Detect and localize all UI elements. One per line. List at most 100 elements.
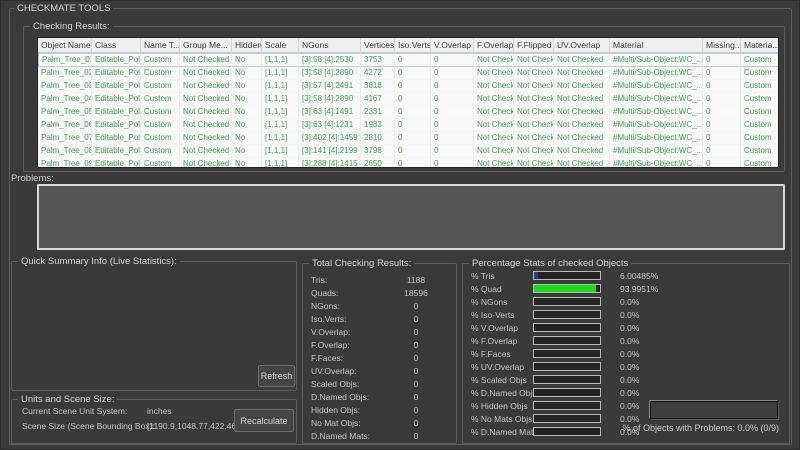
stat-label: No Mat Objs: (311, 418, 390, 428)
cell: 2810 (361, 132, 395, 145)
table-row[interactable]: Palm_Tree_02Editable_PolyCustomNot Check… (38, 67, 779, 80)
cell: No (232, 93, 262, 106)
stat-row: Iso.Verts:0 (303, 312, 456, 325)
cell: 0 (431, 93, 474, 106)
results-table[interactable]: Object NameClassName T...Group Me...Hidd… (37, 37, 779, 168)
table-row[interactable]: Palm_Tree_08Editable_PolyCustomNot Check… (38, 145, 779, 158)
scene-size-label: Scene Size (Scene Bounding Box): (22, 421, 147, 431)
column-header[interactable]: Hidden? (232, 38, 262, 53)
column-header[interactable]: NGons (299, 38, 361, 53)
cell: Custom (741, 67, 779, 80)
cell: Not Checked (474, 132, 514, 145)
column-header[interactable]: Object Name (38, 38, 92, 53)
stat-row: UV.Overlap:0 (303, 364, 456, 377)
percent-label: % Iso-Verts (471, 310, 533, 320)
column-header[interactable]: Material (610, 38, 703, 53)
cell: 0 (431, 158, 474, 168)
cell: Not Checked (554, 67, 610, 80)
cell: [3]:57 [4]:2491 (299, 80, 361, 93)
column-header[interactable]: Iso.Verts (395, 38, 431, 53)
percent-value: 0.0% (620, 362, 639, 372)
table-row[interactable]: Palm_Tree_01Editable_PolyCustomNot Check… (38, 53, 779, 67)
column-header[interactable]: Vertices (361, 38, 395, 53)
table-row[interactable]: Palm_Tree_06Editable_PolyCustomNot Check… (38, 119, 779, 132)
column-header[interactable]: F.Overlap (474, 38, 514, 53)
stat-value: 0 (390, 379, 442, 389)
stat-row: F.Overlap:0 (303, 338, 456, 351)
cell: 1983 (361, 119, 395, 132)
percent-value: 0.0% (620, 297, 639, 307)
cell: [1,1,1] (262, 67, 299, 80)
table-row[interactable]: Palm_Tree_07Editable_PolyCustomNot Check… (38, 132, 779, 145)
column-header[interactable]: Missing... (703, 38, 741, 53)
column-header[interactable]: Scale (262, 38, 299, 53)
percent-bar-fill (534, 285, 596, 292)
percent-bar (533, 401, 601, 410)
total-checking-results-group: Total Checking Results: Tris:1188Quads:1… (302, 263, 457, 444)
stat-value: 1188 (390, 275, 442, 285)
cell: [3]:288 [4]:1415 (299, 158, 361, 168)
cell: No (232, 106, 262, 119)
cell: 0 (703, 53, 741, 67)
percent-value: 6.00485% (620, 271, 658, 281)
stat-label: NGons: (311, 301, 390, 311)
cell: Custom (141, 67, 180, 80)
cell: 0 (703, 93, 741, 106)
cell: [3]:402 [4]:1459 (299, 132, 361, 145)
percent-label: % Hidden Objs (471, 401, 533, 411)
column-header[interactable]: UV.Overlap (554, 38, 610, 53)
cell: 3818 (361, 80, 395, 93)
stat-value: 0 (390, 366, 442, 376)
cell: #Multi/Sub-Object:WC_... (610, 119, 703, 132)
stat-value: 0 (390, 327, 442, 337)
column-header[interactable]: Name T... (141, 38, 180, 53)
column-header[interactable]: Group Me... (180, 38, 232, 53)
column-header[interactable]: Class (92, 38, 141, 53)
cell: 0 (395, 132, 431, 145)
stat-value: 0 (390, 301, 442, 311)
stat-label: D.Named Mats: (311, 431, 390, 441)
column-header[interactable]: Materia... (741, 38, 779, 53)
cell: 0 (395, 53, 431, 67)
quick-summary-group: Quick Summary Info (Live Statistics): Sc… (11, 261, 297, 391)
cell: 0 (395, 119, 431, 132)
percent-bar (533, 388, 601, 397)
table-row[interactable]: Palm_Tree_09Editable_PolyCustomNot Check… (38, 158, 779, 168)
percent-bar (533, 271, 601, 280)
cell: Custom (741, 119, 779, 132)
table-row[interactable]: Palm_Tree_03Editable_PolyCustomNot Check… (38, 80, 779, 93)
table-row[interactable]: Palm_Tree_05Editable_PolyCustomNot Check… (38, 106, 779, 119)
percent-row: % Iso-Verts0.0% (463, 308, 789, 321)
stat-row: D.Named Objs:0 (303, 390, 456, 403)
percent-label: % Quad (471, 284, 533, 294)
cell: Not Checked (554, 158, 610, 168)
cell: Not Checked (554, 93, 610, 106)
percent-row: % UV.Overlap0.0% (463, 360, 789, 373)
percent-bar (533, 336, 601, 345)
percent-label: % Tris (471, 271, 533, 281)
percent-label: % V.Overlap (471, 323, 533, 333)
percent-row: % V.Overlap0.0% (463, 321, 789, 334)
cell: Custom (141, 119, 180, 132)
percent-bar (533, 375, 601, 384)
cell: Palm_Tree_04 (38, 93, 92, 106)
window-title: CHECKMATE TOOLS (14, 3, 113, 14)
problems-list[interactable] (37, 184, 785, 250)
checking-results-label: Checking Results: (30, 21, 113, 32)
cell: [1,1,1] (262, 158, 299, 168)
problems-percent-bar (650, 401, 778, 419)
cell: [3]:58 [4]:2890 (299, 93, 361, 106)
unit-system-value: inches (147, 406, 172, 416)
cell: 0 (703, 145, 741, 158)
recalculate-button[interactable]: Recalculate (234, 409, 294, 432)
cell: No (232, 132, 262, 145)
cell: 4167 (361, 93, 395, 106)
percent-bar (533, 349, 601, 358)
column-header[interactable]: V.Overlap (431, 38, 474, 53)
refresh-button[interactable]: Refresh (258, 365, 295, 387)
cell: Not Checked (554, 80, 610, 93)
table-row[interactable]: Palm_Tree_04Editable_PolyCustomNot Check… (38, 93, 779, 106)
cell: #Multi/Sub-Object:WC_... (610, 158, 703, 168)
cell: Custom (741, 93, 779, 106)
column-header[interactable]: F.Flipped (514, 38, 554, 53)
